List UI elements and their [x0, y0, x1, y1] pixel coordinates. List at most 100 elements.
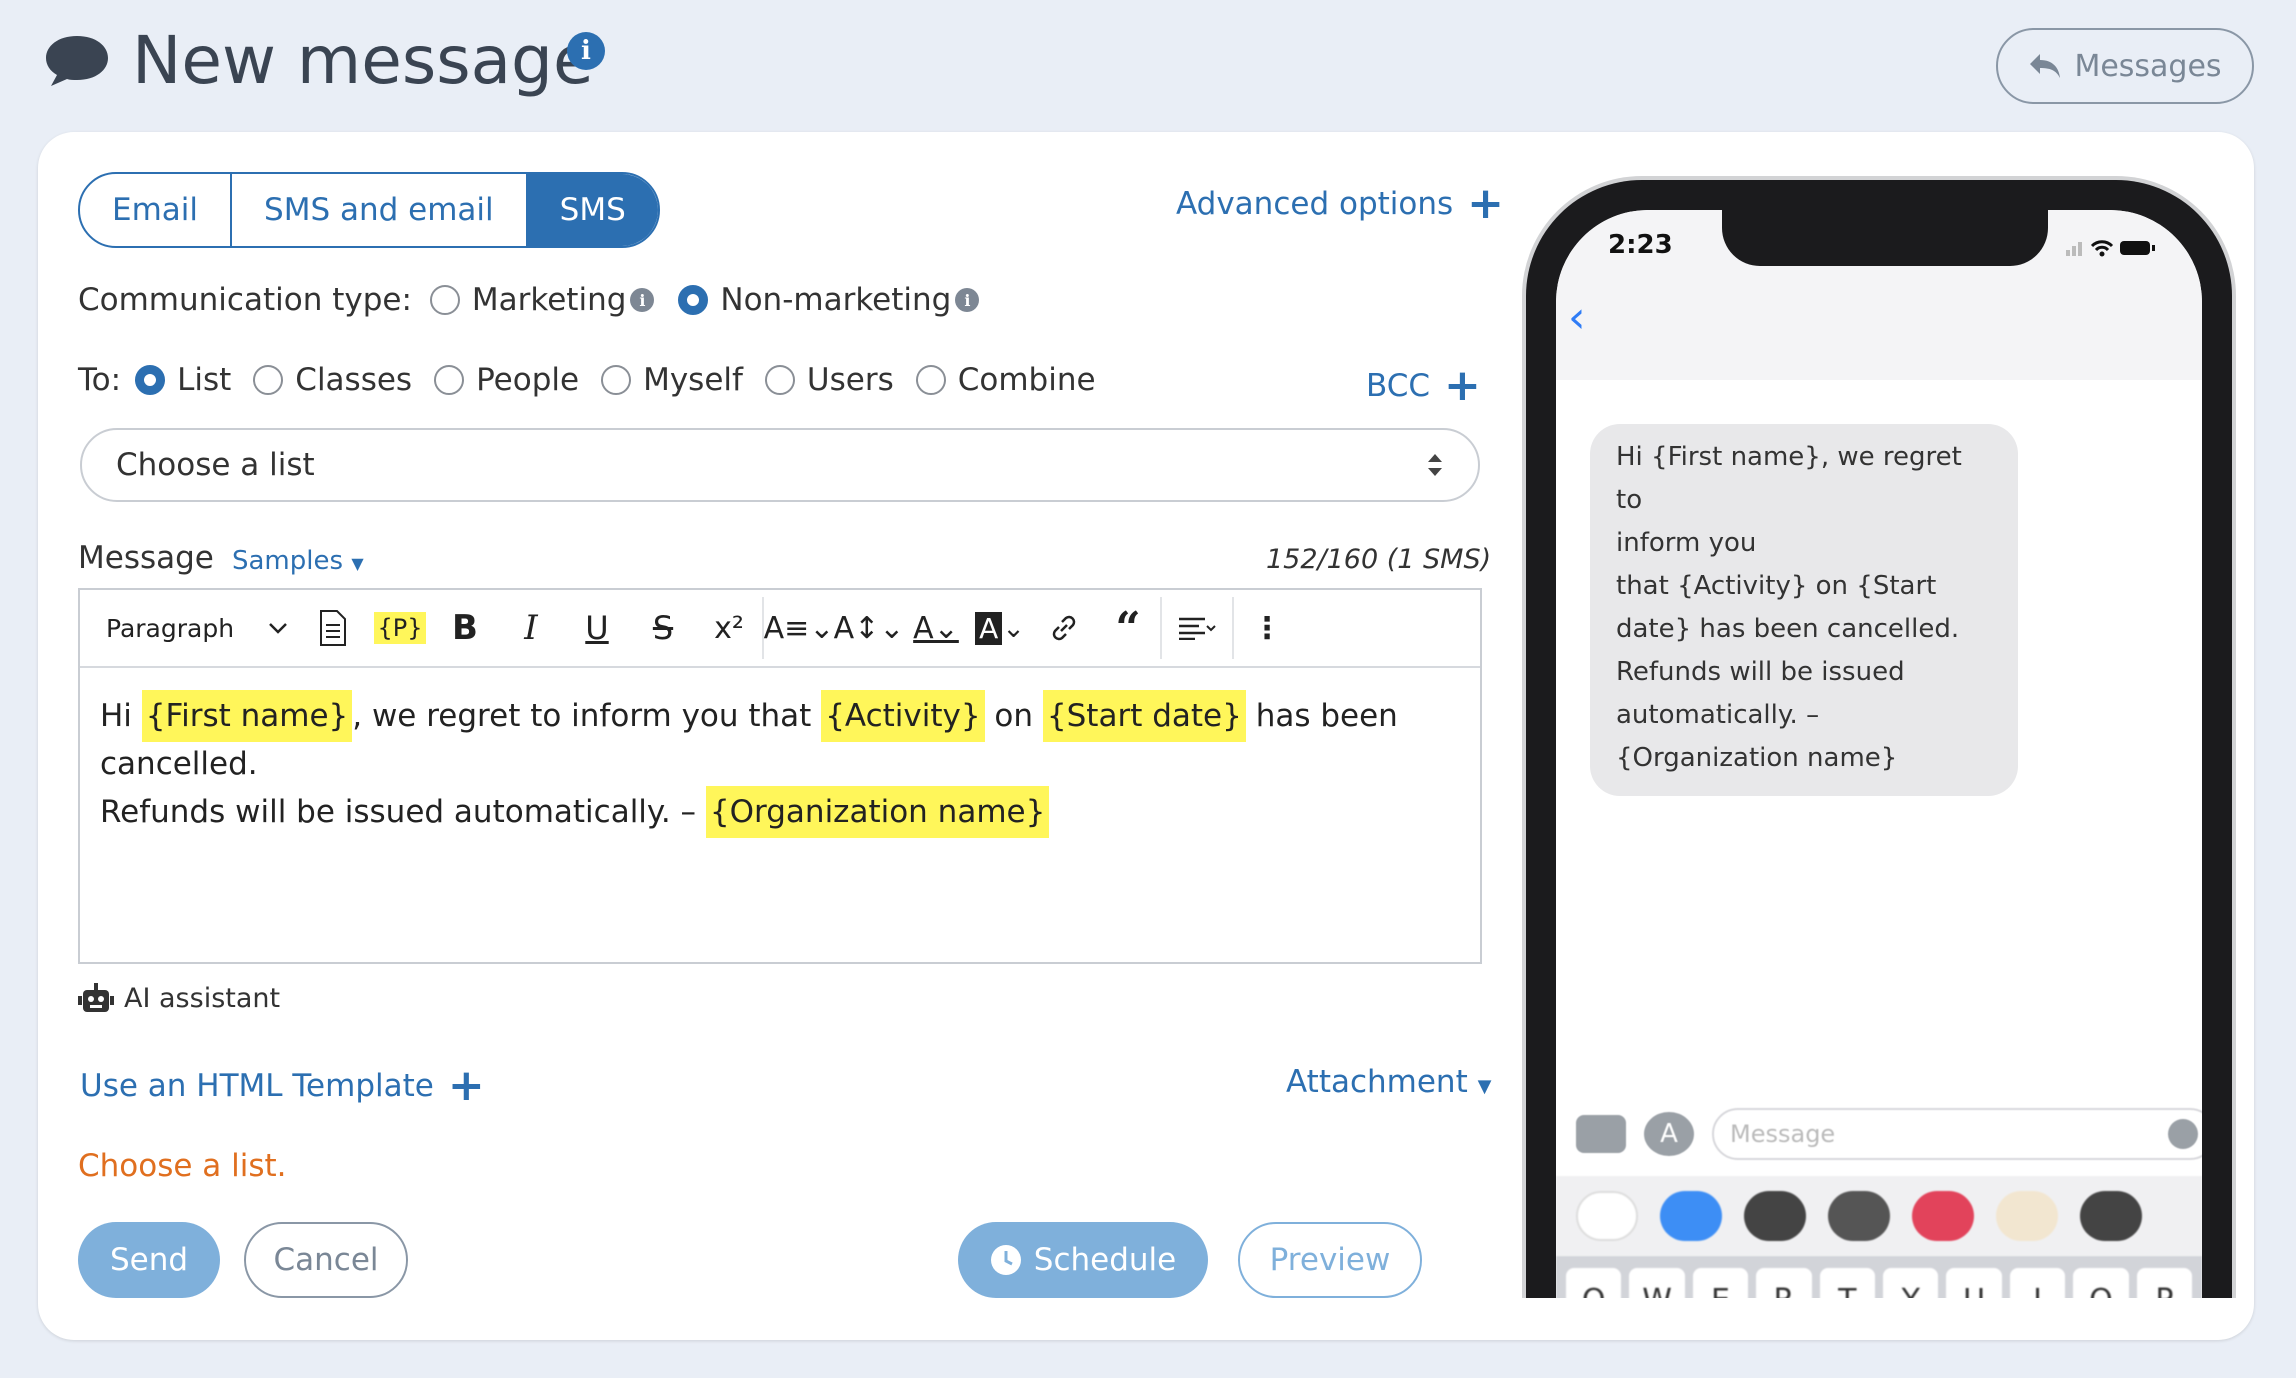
italic-icon[interactable]: I — [498, 590, 564, 666]
placeholder-tag-label: {P} — [374, 612, 426, 644]
placeholder-tag-button[interactable]: {P} — [368, 590, 432, 666]
list-select[interactable]: Choose a list — [80, 428, 1480, 502]
phone-input-row: A Message — [1576, 1106, 2202, 1162]
messages-button[interactable]: Messages — [1996, 28, 2254, 104]
block-format-select[interactable]: Paragraph — [106, 590, 258, 666]
html-template-link[interactable]: Use an HTML Template + — [80, 1064, 485, 1108]
samples-dropdown[interactable]: Samples ▼ — [232, 546, 364, 576]
radio-list[interactable]: List — [135, 362, 231, 398]
info-icon[interactable]: i — [567, 32, 605, 70]
radio-label: Combine — [957, 362, 1096, 398]
phone-time: 2:23 — [1608, 230, 1673, 260]
message-label: Message — [78, 540, 214, 576]
align-icon[interactable] — [1162, 590, 1232, 666]
radio-label: People — [476, 362, 580, 398]
radio-circle-selected[interactable] — [135, 365, 166, 395]
sms-preview-bubble: Hi {First name}, we regret to inform you… — [1590, 424, 2018, 796]
tab-sms-and-email[interactable]: SMS and email — [232, 174, 528, 246]
chevron-down-icon[interactable] — [258, 590, 298, 666]
radio-circle[interactable] — [601, 365, 632, 395]
editor-text: on — [984, 698, 1043, 734]
bold-icon[interactable]: B — [432, 590, 498, 666]
ai-assistant-label: AI assistant — [124, 982, 281, 1014]
radio-circle[interactable] — [764, 365, 795, 395]
phone-preview: 2:23 ‹ Hi {First name}, we regret to inf… — [1522, 176, 2236, 1298]
info-icon[interactable]: i — [955, 288, 980, 312]
search-app-icon — [1912, 1191, 1974, 1241]
caret-down-icon: ▼ — [1477, 1076, 1492, 1097]
send-button[interactable]: Send — [78, 1222, 220, 1298]
phone-message-input: Message — [1712, 1108, 2202, 1160]
clock-icon — [990, 1245, 1021, 1275]
radio-circle[interactable] — [253, 365, 284, 395]
radio-circle-selected[interactable] — [678, 285, 709, 315]
font-size-icon[interactable]: A↕⌄ — [834, 590, 905, 666]
more-options-icon[interactable]: ⋮ — [1234, 590, 1300, 666]
keyboard-key: W — [1629, 1268, 1685, 1298]
editor-content[interactable]: Hi {First name}, we regret to inform you… — [80, 668, 1480, 860]
keyboard-key: E — [1692, 1268, 1749, 1298]
strikethrough-icon[interactable]: S — [630, 590, 696, 666]
samples-label: Samples — [232, 546, 344, 576]
advanced-options-link[interactable]: Advanced options + — [1176, 182, 1504, 226]
preview-button[interactable]: Preview — [1238, 1222, 1422, 1298]
memoji-app-icon — [1996, 1191, 2058, 1241]
bubble-line: automatically. – — [1616, 700, 1820, 730]
caret-down-icon: ▼ — [351, 554, 364, 573]
recipient-type-row: To: List Classes People Myself Users Com… — [78, 362, 1096, 398]
radio-circle[interactable] — [429, 285, 460, 315]
tab-sms[interactable]: SMS — [527, 174, 658, 246]
back-chevron-icon[interactable]: ‹ — [1568, 292, 1586, 343]
editor-text: , we regret to inform you that — [352, 698, 822, 734]
sort-arrows-icon — [1428, 454, 1442, 476]
ai-assistant-button[interactable]: AI assistant — [78, 982, 280, 1014]
merge-tag-start-date: {Start date} — [1042, 690, 1246, 742]
page-title: New message — [132, 22, 594, 99]
bcc-link[interactable]: BCC + — [1366, 364, 1481, 408]
tab-email[interactable]: Email — [80, 174, 233, 246]
radio-combine[interactable]: Combine — [915, 362, 1096, 398]
editor-text: Hi — [100, 698, 142, 734]
bubble-line: Hi {First name}, we regret to — [1616, 442, 1962, 515]
attachment-dropdown[interactable]: Attachment ▼ — [1286, 1064, 1491, 1100]
schedule-button[interactable]: Schedule — [958, 1222, 1208, 1298]
radio-classes[interactable]: Classes — [253, 362, 412, 398]
character-counter: 152/160 (1 SMS) — [1266, 544, 1492, 575]
radio-marketing[interactable]: Marketing i — [429, 282, 655, 318]
block-format-label: Paragraph — [106, 613, 235, 643]
highlight-color-icon[interactable]: A ⌄ — [968, 590, 1032, 666]
radio-myself[interactable]: Myself — [601, 362, 743, 398]
keyboard-key: T — [1819, 1268, 1876, 1298]
blockquote-icon[interactable]: “ — [1096, 590, 1160, 666]
link-icon[interactable] — [1032, 590, 1096, 666]
radio-label: Non-marketing — [720, 282, 952, 318]
communication-type-row: Communication type: Marketing i Non-mark… — [78, 282, 980, 318]
html-template-label: Use an HTML Template — [80, 1068, 434, 1104]
document-icon[interactable] — [298, 590, 368, 666]
radio-non-marketing[interactable]: Non-marketing i — [678, 282, 980, 318]
radio-circle[interactable] — [915, 365, 946, 395]
radio-people[interactable]: People — [434, 362, 579, 398]
editor-toolbar: Paragraph {P} B I U S x² A≡⌄ A↕⌄ A⌄ A ⌄ “… — [80, 590, 1480, 668]
superscript-icon[interactable]: x² — [696, 590, 762, 666]
chat-bubble-icon — [46, 36, 108, 86]
text-color-icon[interactable]: A⌄ — [904, 590, 968, 666]
bubble-line: inform you — [1616, 528, 1757, 558]
camera-icon — [1576, 1115, 1626, 1153]
apple-pay-app-icon — [1744, 1191, 1806, 1241]
merge-tag-organization-name: {Organization name} — [705, 786, 1050, 838]
radio-circle[interactable] — [434, 365, 465, 395]
status-icons — [2066, 240, 2155, 257]
phone-input-placeholder: Message — [1730, 1120, 1836, 1148]
info-icon[interactable]: i — [630, 288, 655, 312]
bubble-line: {Organization name} — [1616, 743, 1898, 773]
keyboard-key: Y — [1883, 1268, 1939, 1298]
radio-label: Myself — [643, 362, 743, 398]
font-family-icon[interactable]: A≡⌄ — [764, 590, 835, 666]
cancel-button[interactable]: Cancel — [244, 1222, 408, 1298]
underline-icon[interactable]: U — [564, 590, 630, 666]
keyboard-key: U — [1946, 1268, 2002, 1298]
radio-users[interactable]: Users — [764, 362, 894, 398]
keyboard-key: O — [2073, 1268, 2129, 1298]
photos-app-icon — [1576, 1191, 1638, 1241]
